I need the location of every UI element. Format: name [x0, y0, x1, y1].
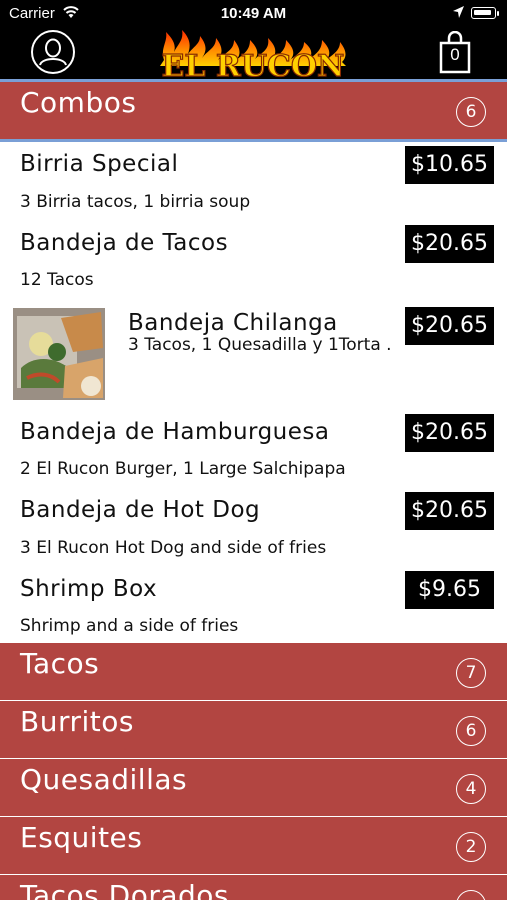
category-label: Quesadillas: [20, 763, 188, 796]
price-tag: $10.65: [405, 146, 494, 184]
item-name: Bandeja de Hot Dog: [20, 497, 261, 523]
price-tag: $20.65: [405, 225, 494, 263]
category-esquites[interactable]: Esquites 2: [0, 817, 507, 875]
category-label: Burritos: [20, 705, 134, 738]
el-rucon-logo: EL RUCON: [160, 30, 346, 78]
item-name: Shrimp Box: [20, 576, 158, 602]
battery-icon: [471, 7, 496, 19]
category-label: Combos: [20, 86, 137, 119]
item-description: 12 Tacos: [20, 270, 94, 290]
battery-tip: [497, 11, 499, 16]
category-count-badge: 6: [456, 716, 486, 746]
location-arrow-icon: [453, 6, 464, 18]
logo-text: EL RUCON: [162, 49, 345, 78]
category-count-badge: 7: [456, 658, 486, 688]
category-tacos[interactable]: Tacos 7: [0, 643, 507, 701]
item-description: 3 El Rucon Hot Dog and side of fries: [20, 538, 327, 558]
category-label: Tacos Dorados: [20, 879, 229, 901]
item-name: Birria Special: [20, 151, 179, 177]
item-name: Bandeja de Hamburguesa: [20, 419, 330, 445]
category-label: Tacos: [20, 647, 100, 680]
cart-count: 0: [450, 45, 460, 64]
category-label: Esquites: [20, 821, 143, 854]
status-bar: Carrier 10:49 AM: [0, 0, 507, 28]
price-tag: $9.65: [405, 571, 494, 609]
item-description: 3 Tacos, 1 Quesadilla y 1Torta .: [128, 335, 392, 355]
item-description: 2 El Rucon Burger, 1 Large Salchipapa: [20, 459, 346, 479]
item-description: Shrimp and a side of fries: [20, 616, 239, 636]
category-quesadillas[interactable]: Quesadillas 4: [0, 759, 507, 817]
item-name: Bandeja Chilanga: [128, 310, 338, 336]
category-burritos[interactable]: Burritos 6: [0, 701, 507, 759]
user-icon: [39, 38, 67, 66]
status-time: 10:49 AM: [220, 5, 287, 22]
category-count-badge: 6: [456, 97, 486, 127]
combos-divider: [0, 139, 507, 142]
price-tag: $20.65: [405, 492, 494, 530]
app-header: EL RUCON 0: [0, 28, 507, 79]
account-button[interactable]: [31, 30, 75, 74]
price-tag: $20.65: [405, 307, 494, 345]
category-count-badge: 2: [456, 832, 486, 862]
food-photo: [13, 308, 105, 400]
item-name: Bandeja de Tacos: [20, 230, 229, 256]
category-tacos-dorados[interactable]: Tacos Dorados: [0, 875, 507, 901]
category-count-badge: [456, 890, 486, 900]
category-combos[interactable]: Combos 6: [0, 82, 507, 139]
item-description: 3 Birria tacos, 1 birria soup: [20, 192, 251, 212]
price-tag: $20.65: [405, 414, 494, 452]
category-count-badge: 4: [456, 774, 486, 804]
